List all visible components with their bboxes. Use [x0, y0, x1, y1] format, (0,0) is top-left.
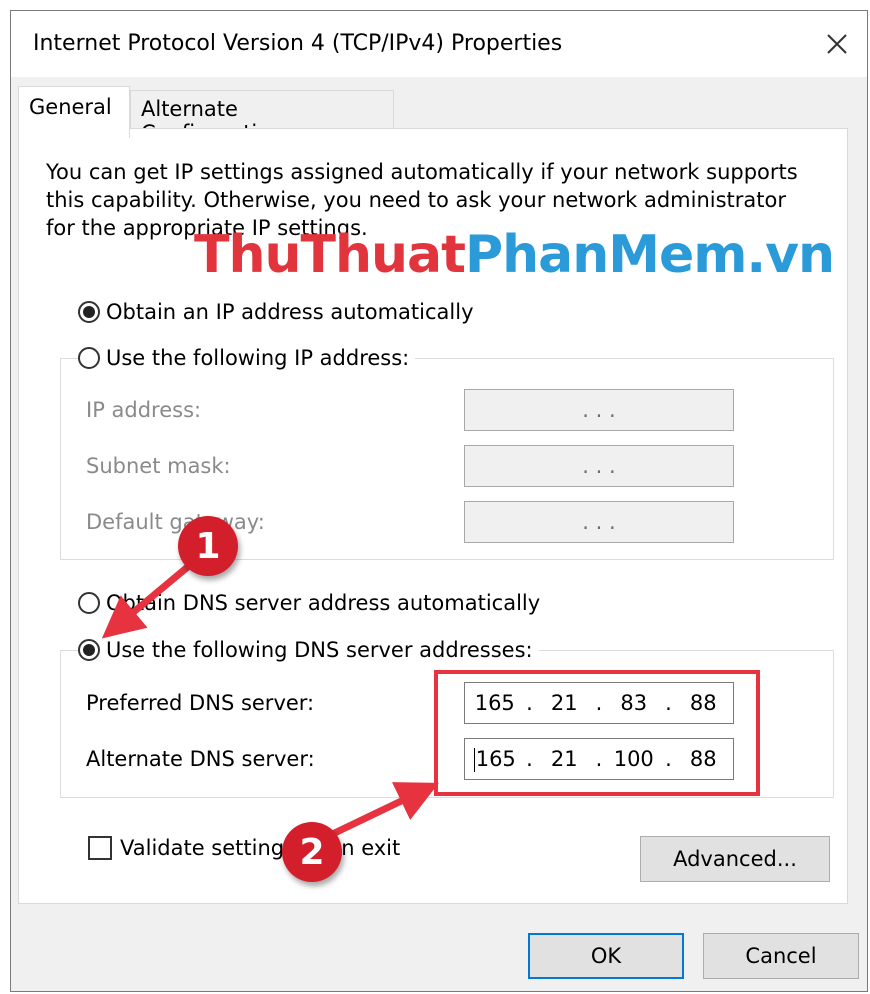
- close-button[interactable]: [807, 11, 867, 77]
- ip-address-value: . . .: [582, 398, 616, 422]
- window-title: Internet Protocol Version 4 (TCP/IPv4) P…: [33, 31, 563, 56]
- radio-use-following-dns[interactable]: Use the following DNS server addresses:: [78, 638, 539, 662]
- subnet-mask-label: Subnet mask:: [86, 454, 231, 478]
- validate-settings-label: Validate settings upon exit: [120, 836, 401, 860]
- default-gateway-input[interactable]: . . .: [464, 501, 734, 543]
- annotation-badge-1: 1: [178, 516, 238, 576]
- ip-address-label: IP address:: [86, 398, 202, 422]
- checkbox-unchecked[interactable]: [88, 836, 112, 860]
- radio-button-unselected[interactable]: [78, 592, 100, 614]
- validate-settings-checkbox[interactable]: Validate settings upon exit: [88, 836, 400, 860]
- radio-obtain-dns-auto-label: Obtain DNS server address automatically: [106, 591, 541, 615]
- title-bar: Internet Protocol Version 4 (TCP/IPv4) P…: [11, 11, 867, 77]
- radio-use-following-ip-label: Use the following IP address:: [106, 346, 410, 370]
- radio-obtain-ip-auto[interactable]: Obtain an IP address automatically: [78, 300, 474, 324]
- watermark-part2: PhanMem.vn: [464, 225, 835, 285]
- radio-use-following-dns-label: Use the following DNS server addresses:: [106, 638, 533, 662]
- cancel-button-label: Cancel: [745, 944, 817, 968]
- subnet-mask-input[interactable]: . . .: [464, 445, 734, 487]
- ok-button[interactable]: OK: [528, 933, 684, 979]
- radio-button-selected[interactable]: [78, 639, 100, 661]
- preferred-dns-label: Preferred DNS server:: [86, 691, 315, 715]
- ok-button-label: OK: [590, 944, 622, 968]
- default-gateway-value: . . .: [582, 510, 616, 534]
- advanced-button[interactable]: Advanced...: [640, 836, 830, 882]
- subnet-mask-value: . . .: [582, 454, 616, 478]
- close-icon: [827, 34, 847, 54]
- tab-general-label: General: [29, 95, 112, 119]
- default-gateway-label: Default gateway:: [86, 510, 265, 534]
- radio-obtain-ip-auto-label: Obtain an IP address automatically: [106, 300, 474, 324]
- cancel-button[interactable]: Cancel: [703, 933, 859, 979]
- watermark-part1: ThuThuat: [194, 225, 466, 285]
- ip-address-input[interactable]: . . .: [464, 389, 734, 431]
- alternate-dns-label: Alternate DNS server:: [86, 747, 315, 771]
- tab-general[interactable]: General: [18, 86, 130, 138]
- dns-highlight-box: [434, 670, 760, 796]
- radio-obtain-dns-auto[interactable]: Obtain DNS server address automatically: [78, 591, 541, 615]
- annotation-badge-2: 2: [282, 822, 342, 882]
- watermark-logo: ThuThuatPhanMem.vn: [194, 225, 835, 285]
- radio-button-unselected[interactable]: [78, 347, 100, 369]
- radio-use-following-ip[interactable]: Use the following IP address:: [78, 346, 416, 370]
- advanced-button-label: Advanced...: [673, 847, 797, 871]
- radio-button-selected[interactable]: [78, 301, 100, 323]
